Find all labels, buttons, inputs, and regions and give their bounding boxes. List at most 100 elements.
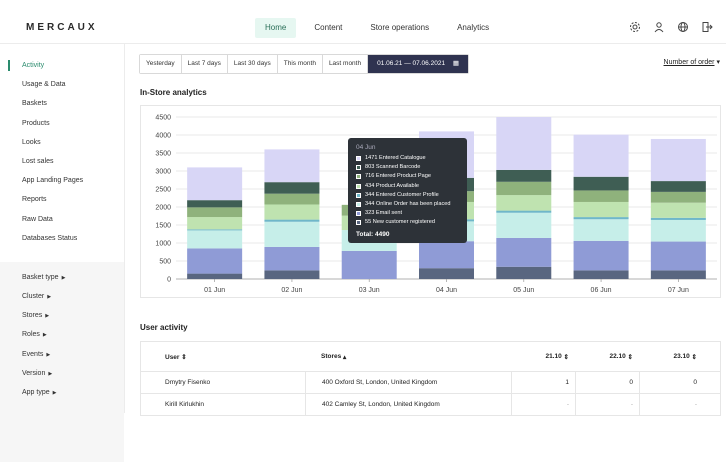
value-cell: - [511,394,575,415]
legend-swatch [356,192,361,198]
y-tick-label: 4500 [155,115,171,122]
header-label: Stores [321,353,342,360]
sort-user-header[interactable]: User ⇕ [141,353,305,361]
bar-segment [650,181,706,192]
caret-right-icon: ▶ [46,351,51,358]
sort-2110-header[interactable]: 21.10 ⇕ [511,342,575,371]
sidebar-item-lost-sales[interactable]: Lost sales [0,152,124,171]
y-tick-label: 3000 [155,169,171,176]
bar-segment [573,176,629,191]
bar-segment [650,191,706,203]
sidebar-item-reports[interactable]: Reports [0,190,124,209]
sort-2210-header[interactable]: 22.10 ⇕ [575,342,639,371]
x-tick-label: 02 Jun [281,287,302,294]
sidebar-filters: Basket type ▶ Cluster ▶ Stores ▶ Roles ▶ Eve… [0,261,124,462]
value-cell: - [639,394,703,415]
bar-segment [264,270,320,279]
filter-basket-type[interactable]: Basket type ▶ [0,268,124,287]
sidebar-item-usage-data[interactable]: Usage & Data [0,75,124,94]
sort-icon: ⇕ [181,353,187,361]
filter-label: Basket type [22,273,59,281]
activity-title: User activity [140,323,188,332]
last-30-days-button[interactable]: Last 30 days [227,55,278,73]
date-range-bar: Yesterday Last 7 days Last 30 days This … [139,54,470,74]
nav-home[interactable]: Home [255,18,297,38]
date-range-value: 01.06.21 — 07.06.2021 [377,60,446,67]
sidebar-item-looks[interactable]: Looks [0,133,124,152]
nav-store-operations[interactable]: Store operations [360,18,439,38]
calendar-icon: ▦ [452,60,460,67]
main-content: Yesterday Last 7 days Last 30 days This … [125,44,726,416]
yesterday-button[interactable]: Yesterday [140,55,182,73]
sidebar-item-baskets[interactable]: Baskets [0,94,124,113]
bar-segment [187,229,243,231]
tooltip-label: 716 Entered Product Page [365,173,431,180]
header-label: 22.10 [609,353,626,360]
filter-label: App type [22,389,50,396]
bar-segment [496,169,552,182]
this-month-button[interactable]: This month [277,55,323,73]
sidebar-item-app-landing-pages[interactable]: App Landing Pages [0,171,124,190]
nav-analytics[interactable]: Analytics [447,18,499,38]
bar-segment [650,241,706,271]
bar-segment [187,273,243,279]
tooltip-row: 344 Online Order has been placed [356,200,459,209]
tooltip-row: 803 Scanned Barcode [356,163,459,172]
sort-icon: ⇕ [691,353,697,361]
x-tick-label: 06 Jun [591,287,612,294]
header-label: User [165,353,180,361]
metric-select-value: Number of order [663,59,715,66]
y-tick-label: 2500 [155,187,171,194]
user-icon[interactable] [652,20,666,34]
legend-swatch [356,220,361,226]
bar-segment [419,241,474,269]
filter-app-type[interactable]: App type ▶ [0,383,124,402]
bar-segment [650,217,706,220]
caret-right-icon: ▶ [52,390,57,396]
x-tick-label: 07 Jun [668,287,689,294]
metric-select[interactable]: Number of order ▾ [664,58,720,66]
sort-stores-header[interactable]: Stores ▴ [305,342,511,371]
bar-segment [573,219,629,241]
tooltip-label: 434 Product Available [365,182,420,189]
y-tick-label: 4000 [155,133,171,140]
sidebar-item-activity[interactable]: Activity [0,56,124,75]
last-7-days-button[interactable]: Last 7 days [181,55,228,73]
filter-events[interactable]: Events ▶ [0,345,124,364]
filter-label: Cluster [22,293,45,301]
user-cell: Dmytry Fisenko [165,379,211,386]
bar-segment [496,210,552,213]
sort-2310-header[interactable]: 23.10 ⇕ [639,342,703,371]
bar-segment [419,268,474,279]
filter-stores[interactable]: Stores ▶ [0,306,124,325]
sidebar-item-raw-data[interactable]: Raw Data [0,210,124,229]
filter-cluster[interactable]: Cluster ▶ [0,287,124,306]
last-month-button[interactable]: Last month [322,55,369,73]
filter-version[interactable]: Version ▶ [0,364,124,383]
value-cell: 0 [639,372,703,393]
x-tick-label: 04 Jun [436,287,457,294]
filter-roles[interactable]: Roles ▶ [0,325,124,344]
tooltip-row: 344 Entered Customer Profile [356,191,459,200]
bar-segment [264,204,320,220]
legend-swatch [356,211,361,217]
sidebar-item-databases-status[interactable]: Databases Status [0,229,124,248]
sidebar-item-products[interactable]: Products [0,114,124,133]
value-cell: - [575,394,639,415]
chart-tooltip: 04 Jun 1471 Entered Catalogue 803 Scanned… [348,138,467,243]
tooltip-label: 344 Online Order has been placed [365,200,451,207]
y-tick-label: 1500 [155,223,171,230]
tooltip-row: 1471 Entered Catalogue [356,154,459,163]
settings-icon[interactable] [628,20,642,34]
table-row[interactable]: Dmytry Fisenko 400 Oxford St, London, Un… [141,372,720,394]
date-range-picker[interactable]: 01.06.21 — 07.06.2021 ▦ [368,55,469,73]
logout-icon[interactable] [700,20,714,34]
bar-segment [573,134,629,177]
bar-segment [496,237,552,267]
nav-content[interactable]: Content [304,18,352,38]
legend-swatch [356,183,361,189]
legend-swatch [356,174,361,180]
bar-segment [264,219,320,222]
store-cell: 400 Oxford St, London, United Kingdom [305,372,511,393]
globe-icon[interactable] [676,20,690,34]
